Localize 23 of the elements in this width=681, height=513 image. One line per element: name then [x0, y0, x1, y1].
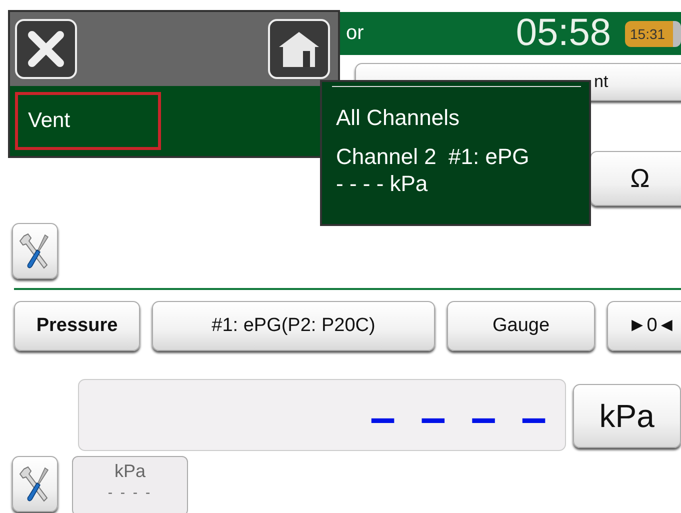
- popup-text: Channel 2 #1: ePG: [336, 143, 530, 170]
- unit-button[interactable]: Ω: [590, 151, 681, 206]
- home-icon: [277, 29, 321, 69]
- battery-indicator: 15:31: [625, 20, 681, 46]
- secondary-reading[interactable]: kPa - - - -: [72, 456, 188, 513]
- tools-button[interactable]: [12, 456, 58, 512]
- popup-text: All Channels: [336, 104, 461, 131]
- reading-value: – – – –: [370, 392, 553, 442]
- window-title: or: [346, 22, 364, 45]
- quantity-button[interactable]: Pressure: [14, 301, 140, 351]
- secondary-unit: kPa: [114, 461, 146, 482]
- unit-button[interactable]: kPa: [572, 384, 681, 448]
- close-button[interactable]: [15, 19, 77, 79]
- quantity-button[interactable]: ►0◄: [607, 301, 681, 351]
- close-icon: [26, 29, 66, 69]
- quantity-button[interactable]: #1: ePG(P2: P20C): [152, 301, 435, 351]
- clock: 05:58: [516, 12, 611, 55]
- home-button[interactable]: [268, 19, 330, 79]
- popup-text: - - - - kPa: [336, 170, 429, 197]
- quantity-button[interactable]: Gauge: [447, 301, 595, 351]
- menu-item[interactable]: Vent: [15, 92, 161, 150]
- secondary-value: - - - -: [108, 484, 152, 500]
- tools-button[interactable]: [12, 223, 58, 279]
